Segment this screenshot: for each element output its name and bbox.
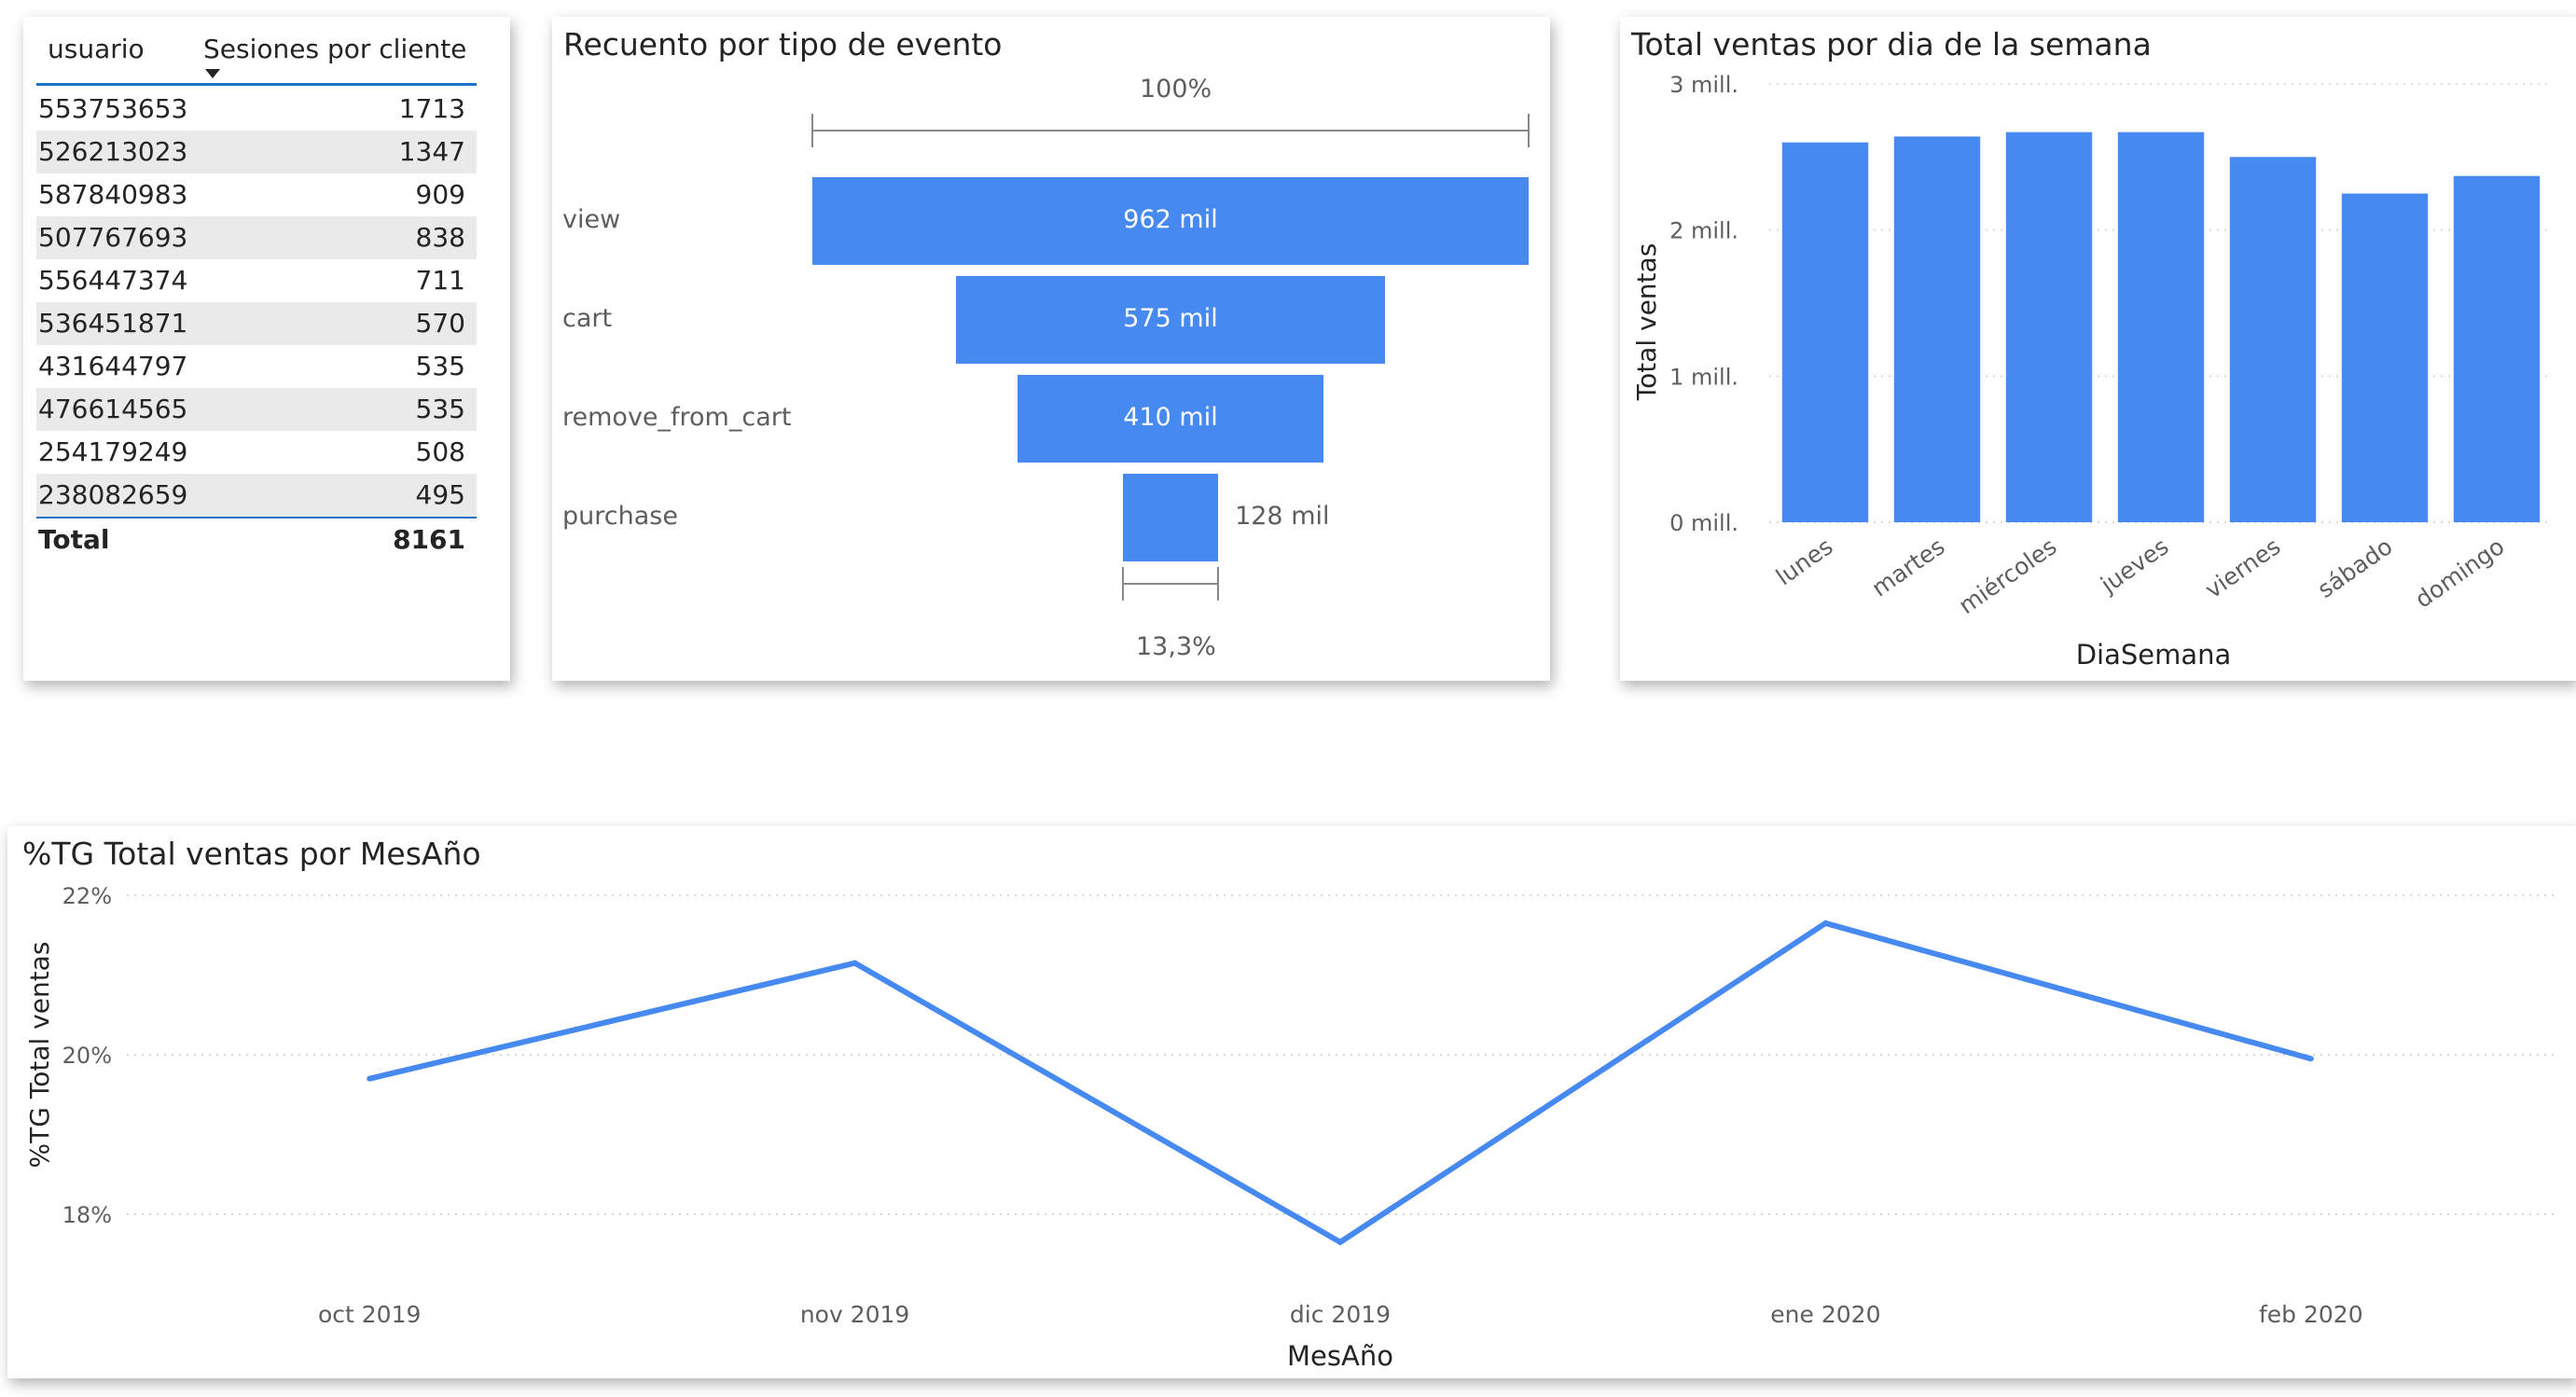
x-tick-label: martes [1867,533,1950,602]
sort-descending-icon[interactable] [203,67,222,80]
table-row[interactable]: 526213023 1347 [36,131,477,173]
cell-usuario: 507767693 [38,222,188,253]
y-axis-title: %TG Total ventas [24,942,55,1169]
funnel-stage-label-remove-from-cart: remove_from_cart [562,403,792,432]
x-axis-title: MesAño [1287,1340,1393,1372]
cell-usuario: 587840983 [38,179,188,210]
funnel-bar-purchase[interactable] [1122,474,1219,561]
x-tick-label: viernes [2200,533,2285,603]
cell-usuario: 526213023 [38,136,188,167]
total-label: Total [38,524,110,555]
cell-sesiones: 838 [415,222,465,253]
cell-sesiones: 1347 [398,136,465,167]
data-point[interactable] [367,1075,373,1082]
cell-sesiones: 508 [415,436,465,467]
y-tick-label: 1 mill. [1669,364,1738,390]
table-total-row: Total 8161 [36,519,477,561]
cell-sesiones: 535 [415,351,465,381]
x-tick-label: lunes [1771,533,1838,590]
table-row[interactable]: 553753653 1713 [36,88,477,131]
table-row[interactable]: 476614565 535 [36,388,477,431]
cell-sesiones: 1713 [398,93,465,124]
bar[interactable] [1781,142,1869,522]
cell-sesiones: 909 [415,179,465,210]
y-tick-label: 3 mill. [1669,72,1738,98]
bar[interactable] [2229,157,2317,523]
funnel-stage-label-purchase: purchase [562,502,678,531]
x-axis-title: DiaSemana [2076,639,2232,671]
bar-chart-plot: 0 mill. 1 mill. 2 mill. 3 mill. lunes martes m… [1631,72,2553,671]
table-row[interactable]: 431644797 535 [36,345,477,388]
line-chart-plot: 18% 20% 22% oct 2019 nov 2019 dic 2019 ene 202… [24,883,2554,1372]
funnel-stage-label-view: view [562,205,621,234]
cell-sesiones: 535 [415,394,465,424]
funnel-value-label: 962 mil [1123,205,1218,234]
table-row[interactable]: 587840983 909 [36,173,477,216]
column-header-usuario[interactable]: usuario [48,34,145,64]
column-header-sesiones[interactable]: Sesiones por cliente [203,34,466,64]
cell-usuario: 431644797 [38,351,188,381]
cell-sesiones: 570 [415,308,465,339]
funnel-stage-label-cart: cart [562,304,613,333]
funnel-card: Recuento por tipo de evento 100% 13,3% v… [552,17,1550,681]
x-tick-label: ene 2020 [1770,1301,1880,1328]
funnel-value-label: 410 mil [1123,403,1218,432]
bar[interactable] [2005,131,2093,522]
cell-usuario: 556447374 [38,265,188,296]
y-tick-label: 2 mill. [1669,218,1738,244]
cell-usuario: 238082659 [38,479,188,510]
table-header-rule [36,83,477,86]
x-tick-label: miércoles [1954,533,2062,619]
table-row[interactable]: 556447374 711 [36,259,477,302]
data-point[interactable] [1337,1238,1343,1245]
funnel-value-label: 128 mil [1235,502,1330,531]
cell-sesiones: 495 [415,479,465,510]
funnel-bottom-percent: 13,3% [1136,632,1216,661]
table-row[interactable]: 536451871 570 [36,302,477,345]
x-tick-label: jueves [2095,533,2173,599]
series-line[interactable] [368,920,2312,1246]
cell-usuario: 536451871 [38,308,188,339]
data-point[interactable] [852,960,858,966]
y-tick-label: 22% [62,883,112,909]
y-tick-label: 20% [62,1043,112,1069]
bar-chart-card: Total ventas por dia de la semana 0 mill… [1620,17,2576,681]
sessions-table-card: usuario Sesiones por cliente 553753653 1… [23,17,510,681]
cell-usuario: 553753653 [38,93,188,124]
x-tick-label: dic 2019 [1290,1301,1391,1328]
funnel-value-label: 575 mil [1123,304,1218,333]
total-value: 8161 [393,524,465,555]
x-tick-label: nov 2019 [800,1301,910,1328]
line-chart-card: %TG Total ventas por MesAño 18% 20% 22% oct… [7,826,2576,1378]
cell-usuario: 476614565 [38,394,188,424]
bar[interactable] [2453,175,2541,522]
bar[interactable] [1893,136,1981,522]
y-tick-label: 0 mill. [1669,510,1738,536]
bar[interactable] [2341,193,2429,523]
data-point[interactable] [2307,1056,2314,1062]
cell-usuario: 254179249 [38,436,188,467]
funnel-top-percent: 100% [1140,75,1212,104]
table-row[interactable]: 238082659 495 [36,474,477,517]
x-tick-label: sábado [2313,533,2398,603]
table-row[interactable]: 507767693 838 [36,216,477,259]
x-tick-label: domingo [2410,533,2509,614]
data-point[interactable] [1822,920,1829,926]
y-axis-title: Total ventas [1631,243,1662,402]
x-tick-label: oct 2019 [318,1301,421,1328]
bar[interactable] [2117,131,2205,522]
y-tick-label: 18% [62,1202,112,1228]
cell-sesiones: 711 [415,265,465,296]
table-row[interactable]: 254179249 508 [36,431,477,474]
x-tick-label: feb 2020 [2259,1301,2363,1328]
